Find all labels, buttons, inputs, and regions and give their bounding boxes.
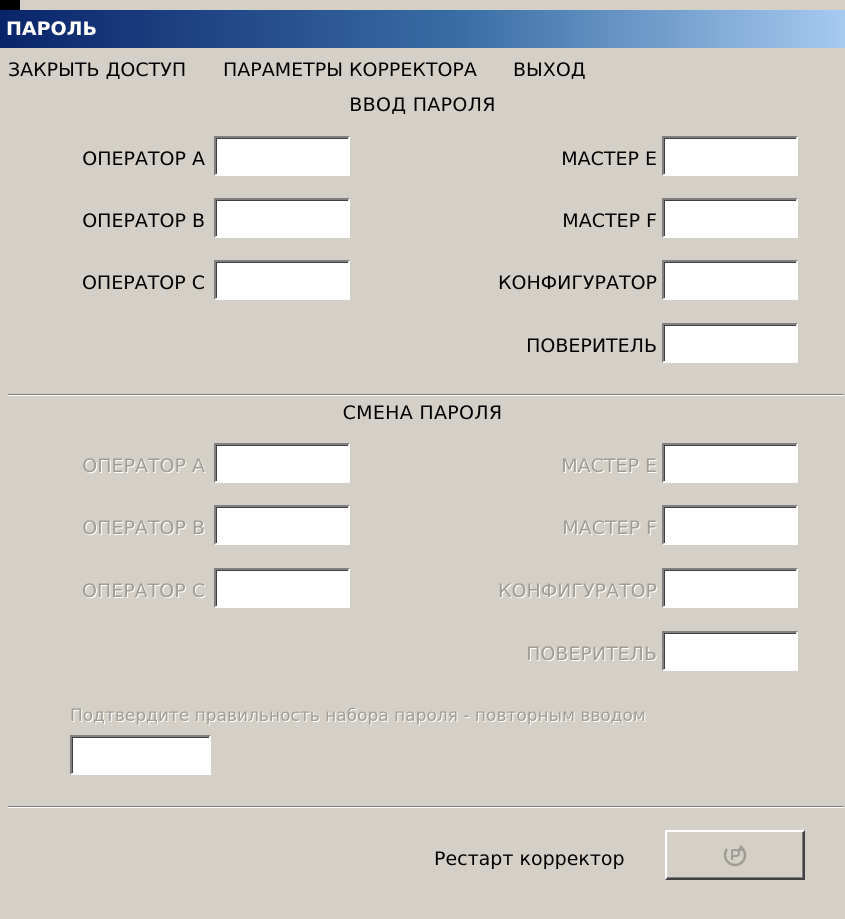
entry-configurator-field[interactable] [662, 260, 798, 300]
restart-label: Рестарт корректор [434, 848, 625, 870]
menu-exit[interactable]: ВЫХОД [513, 48, 586, 92]
entry-verifier-field[interactable] [662, 323, 798, 363]
restart-icon [723, 843, 747, 867]
password-window: ПАРОЛЬ ЗАКРЫТЬ ДОСТУП ПАРАМЕТРЫ КОРРЕКТО… [0, 0, 845, 919]
change-operator-b-label: ОПЕРАТОР В [82, 517, 205, 539]
entry-master-f-field[interactable] [662, 198, 798, 238]
entry-operator-a-label: ОПЕРАТОР А [82, 148, 205, 170]
password-change-title: СМЕНА ПАРОЛЯ [342, 402, 503, 424]
change-operator-c-label: ОПЕРАТОР С [81, 580, 205, 602]
change-configurator-field[interactable] [662, 568, 798, 608]
change-configurator-label: КОНФИГУРАТОР [498, 580, 657, 602]
change-operator-a-label: ОПЕРАТОР А [82, 455, 205, 477]
system-menu-icon[interactable] [0, 0, 20, 10]
entry-operator-c-field[interactable] [214, 260, 350, 300]
confirm-password-field[interactable] [70, 735, 211, 775]
footer-divider [8, 806, 844, 808]
change-master-f-label: МАСТЕР F [562, 517, 657, 539]
change-verifier-label: ПОВЕРИТЕЛЬ [526, 643, 657, 665]
confirm-password-hint: Подтвердите правильность набора пароля -… [70, 706, 646, 726]
change-master-e-field[interactable] [662, 443, 798, 483]
entry-configurator-label: КОНФИГУРАТОР [498, 272, 657, 294]
change-operator-b-field[interactable] [214, 505, 350, 545]
change-operator-c-field[interactable] [214, 568, 350, 608]
entry-master-f-label: МАСТЕР F [562, 210, 657, 232]
change-verifier-field[interactable] [662, 631, 798, 671]
entry-operator-c-label: ОПЕРАТОР С [81, 272, 205, 294]
menu-close-access[interactable]: ЗАКРЫТЬ ДОСТУП [8, 48, 186, 92]
window-title: ПАРОЛЬ [6, 18, 97, 40]
restart-button[interactable] [665, 830, 805, 880]
password-entry-title: ВВОД ПАРОЛЯ [349, 94, 496, 116]
title-bar: ПАРОЛЬ [0, 10, 845, 48]
entry-operator-b-label: ОПЕРАТОР В [82, 210, 205, 232]
change-operator-a-field[interactable] [214, 443, 350, 483]
entry-verifier-label: ПОВЕРИТЕЛЬ [526, 335, 657, 357]
entry-master-e-field[interactable] [662, 136, 798, 176]
entry-operator-a-field[interactable] [214, 136, 350, 176]
change-master-e-label: МАСТЕР Е [561, 455, 657, 477]
change-master-f-field[interactable] [662, 505, 798, 545]
entry-operator-b-field[interactable] [214, 198, 350, 238]
section-divider [8, 394, 844, 396]
menu-bar: ЗАКРЫТЬ ДОСТУП ПАРАМЕТРЫ КОРРЕКТОРА ВЫХО… [0, 48, 845, 90]
menu-corrector-params[interactable]: ПАРАМЕТРЫ КОРРЕКТОРА [223, 48, 477, 92]
entry-master-e-label: МАСТЕР Е [561, 148, 657, 170]
